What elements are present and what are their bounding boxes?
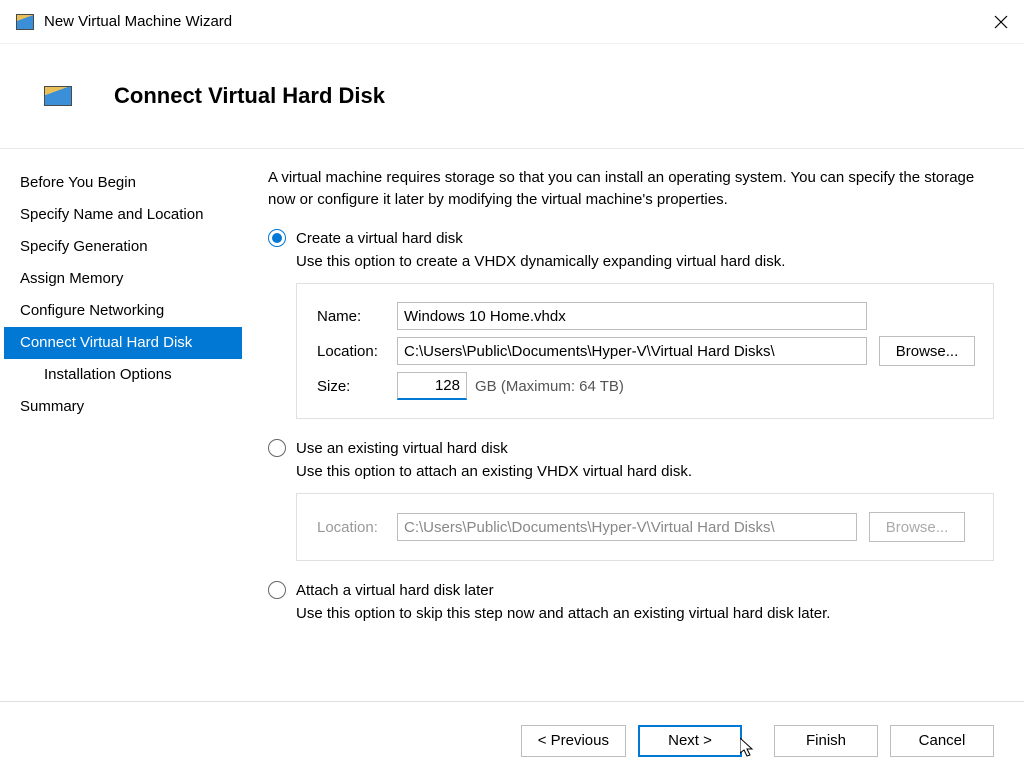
existing-browse-button: Browse... — [869, 512, 965, 542]
wizard-icon — [16, 14, 34, 30]
content-area: Before You Begin Specify Name and Locati… — [0, 149, 1024, 701]
radio-attach-later[interactable] — [268, 581, 286, 599]
use-existing-form: Location: Browse... — [296, 493, 994, 561]
wizard-footer: < Previous Next > Finish Cancel — [0, 701, 1024, 779]
option-attach-later-desc: Use this option to skip this step now an… — [296, 603, 994, 625]
sidebar-item-before-you-begin[interactable]: Before You Begin — [4, 167, 242, 199]
browse-button[interactable]: Browse... — [879, 336, 975, 366]
main-panel: A virtual machine requires storage so th… — [242, 149, 1024, 701]
close-button[interactable] — [978, 0, 1024, 44]
name-label: Name: — [317, 308, 397, 325]
titlebar: New Virtual Machine Wizard — [0, 0, 1024, 44]
option-use-existing[interactable]: Use an existing virtual hard disk — [268, 439, 994, 457]
sidebar-item-connect-vhd[interactable]: Connect Virtual Hard Disk — [4, 327, 242, 359]
finish-button[interactable]: Finish — [774, 725, 878, 757]
sidebar-item-specify-generation[interactable]: Specify Generation — [4, 231, 242, 263]
size-input[interactable] — [397, 372, 467, 400]
size-suffix: GB (Maximum: 64 TB) — [475, 378, 624, 395]
radio-use-existing[interactable] — [268, 439, 286, 457]
radio-attach-later-label: Attach a virtual hard disk later — [296, 582, 494, 599]
radio-create-vhd-label: Create a virtual hard disk — [296, 230, 463, 247]
cancel-button[interactable]: Cancel — [890, 725, 994, 757]
option-attach-later[interactable]: Attach a virtual hard disk later — [268, 581, 994, 599]
option-create-vhd[interactable]: Create a virtual hard disk — [268, 229, 994, 247]
sidebar-item-summary[interactable]: Summary — [4, 391, 242, 423]
existing-location-input — [397, 513, 857, 541]
name-input[interactable] — [397, 302, 867, 330]
intro-text: A virtual machine requires storage so th… — [268, 167, 994, 211]
option-use-existing-desc: Use this option to attach an existing VH… — [296, 461, 994, 483]
wizard-sidebar: Before You Begin Specify Name and Locati… — [0, 149, 242, 701]
sidebar-item-installation-options[interactable]: Installation Options — [4, 359, 242, 391]
sidebar-item-configure-networking[interactable]: Configure Networking — [4, 295, 242, 327]
create-vhd-form: Name: Location: Browse... Size: GB (Maxi… — [296, 283, 994, 419]
radio-use-existing-label: Use an existing virtual hard disk — [296, 440, 508, 457]
option-create-vhd-desc: Use this option to create a VHDX dynamic… — [296, 251, 994, 273]
next-button[interactable]: Next > — [638, 725, 742, 757]
sidebar-item-specify-name[interactable]: Specify Name and Location — [4, 199, 242, 231]
close-icon — [994, 15, 1008, 29]
location-input[interactable] — [397, 337, 867, 365]
size-label: Size: — [317, 378, 397, 395]
existing-location-label: Location: — [317, 519, 397, 536]
radio-create-vhd[interactable] — [268, 229, 286, 247]
page-title: Connect Virtual Hard Disk — [114, 83, 385, 109]
previous-button[interactable]: < Previous — [521, 725, 626, 757]
window-title: New Virtual Machine Wizard — [44, 13, 978, 30]
sidebar-item-assign-memory[interactable]: Assign Memory — [4, 263, 242, 295]
wizard-header-icon — [44, 86, 72, 106]
wizard-header: Connect Virtual Hard Disk — [0, 44, 1024, 148]
location-label: Location: — [317, 343, 397, 360]
